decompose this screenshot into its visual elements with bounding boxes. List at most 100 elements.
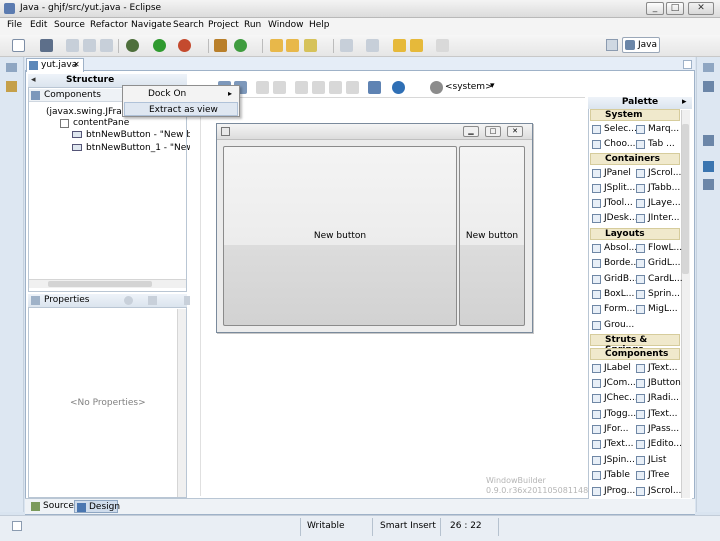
palette-item[interactable]: JTabb... (636, 182, 680, 194)
delete-icon[interactable] (346, 81, 359, 94)
menu-navigate[interactable]: Navigate (131, 20, 171, 30)
maximize-button[interactable]: □ (666, 2, 684, 15)
redo-icon[interactable] (273, 81, 286, 94)
palette-item[interactable]: JText... (636, 408, 677, 420)
palette-item[interactable]: Grou... (592, 319, 634, 331)
palette-item[interactable]: JChec... (592, 392, 638, 404)
palette-item-choose[interactable]: Choo... (592, 138, 635, 150)
palette-item[interactable]: JFor... (592, 423, 628, 435)
new-icon[interactable] (12, 39, 25, 52)
palette-collapse-icon[interactable]: ▸ (682, 97, 687, 107)
next-annotation-icon[interactable] (340, 39, 353, 52)
palette-item[interactable]: JProg... (592, 485, 635, 497)
palette-item[interactable]: Sprin... (636, 288, 680, 300)
palette-item[interactable]: JScrol... (636, 485, 681, 497)
palette-item[interactable]: JSpin... (592, 454, 635, 466)
copy-icon[interactable] (312, 81, 325, 94)
run-icon[interactable] (153, 39, 166, 52)
palette-item[interactable]: JDesk... (592, 212, 638, 224)
palette-category-struts-springs[interactable]: Struts & Springs (590, 334, 680, 355)
menu-window[interactable]: Window (268, 20, 304, 30)
palette-item[interactable]: Borde... (592, 257, 639, 269)
look-and-feel-icon[interactable] (392, 81, 405, 94)
palette-item[interactable]: JEdito... (636, 438, 682, 450)
debug-icon[interactable] (126, 39, 139, 52)
open-type-icon[interactable] (270, 39, 283, 52)
hierarchy-icon[interactable] (703, 161, 714, 172)
show-advanced-icon[interactable] (148, 296, 157, 305)
forward-icon[interactable] (436, 39, 449, 52)
palette-item[interactable]: JCom... (592, 377, 636, 389)
fast-view-icon[interactable] (12, 521, 22, 531)
palette-item[interactable]: Absol... (592, 242, 637, 254)
palette-item[interactable]: JText... (592, 438, 633, 450)
editor-tab-yut-java[interactable]: yut.java ✕ (26, 58, 84, 72)
palette-item[interactable]: GridB... (592, 273, 638, 285)
palette-item[interactable]: JTree (636, 469, 669, 481)
save-all-icon[interactable] (66, 39, 79, 52)
tree-item-btnnewbutton[interactable]: btnNewButton - "New but (86, 130, 201, 140)
tree-item-contentpane[interactable]: contentPane (73, 118, 129, 128)
menu-item-extract-as-view[interactable]: Extract as view (124, 102, 238, 116)
menu-item-dock-on[interactable]: Dock On ▸ (124, 87, 238, 101)
menu-file[interactable]: File (7, 20, 22, 30)
tab-close-icon[interactable]: ✕ (73, 60, 80, 69)
menu-source[interactable]: Source (54, 20, 85, 30)
palette-item[interactable]: JList (636, 454, 666, 466)
new-button-2[interactable]: New button (459, 146, 525, 326)
tree-item-btnnewbutton-1[interactable]: btnNewButton_1 - "New b (86, 143, 202, 153)
collapse-icon[interactable]: ◂ (31, 75, 36, 85)
system-dropdown[interactable]: <system> (445, 82, 493, 92)
menu-search[interactable]: Search (173, 20, 204, 30)
palette-category-layouts[interactable]: Layouts (590, 228, 680, 240)
restore-right-icon[interactable] (703, 63, 714, 72)
properties-vscroll[interactable] (177, 309, 186, 497)
palette-scroll-thumb[interactable] (682, 124, 689, 274)
palette-item-selection[interactable]: Selec... (592, 123, 637, 135)
palette-item[interactable]: Form... (592, 303, 635, 315)
palette-item[interactable]: JTable (592, 469, 630, 481)
save-icon[interactable] (40, 39, 53, 52)
outline-icon[interactable] (703, 81, 714, 92)
undo-icon[interactable] (256, 81, 269, 94)
palette-category-system[interactable]: System (590, 109, 680, 121)
print-all-icon[interactable] (100, 39, 113, 52)
show-events-icon[interactable] (124, 296, 133, 305)
back-icon[interactable] (410, 39, 423, 52)
last-edit-icon[interactable] (393, 39, 406, 52)
preview-icon[interactable] (368, 81, 381, 94)
prev-annotation-icon[interactable] (366, 39, 379, 52)
search-icon[interactable] (304, 39, 317, 52)
new-button-1[interactable]: New button (223, 146, 457, 326)
palette-item[interactable]: CardL... (636, 273, 683, 285)
palette-item[interactable]: JLabel (592, 362, 631, 374)
palette-item[interactable]: JTool... (592, 197, 633, 209)
palette-item[interactable]: JSplit... (592, 182, 635, 194)
palette-item[interactable]: JPass... (636, 423, 679, 435)
minimize-button[interactable]: _ (646, 2, 664, 15)
palette-item[interactable]: MigL... (636, 303, 678, 315)
palette-item[interactable]: JInter... (636, 212, 680, 224)
cut-icon[interactable] (295, 81, 308, 94)
menu-refactor[interactable]: Refactor (90, 20, 128, 30)
palette-item[interactable]: JScrol... (636, 167, 681, 179)
design-tab[interactable]: Design (74, 500, 120, 513)
palette-item[interactable]: JRadi... (636, 392, 679, 404)
package-explorer-icon[interactable] (6, 81, 17, 92)
palette-category-containers[interactable]: Containers (590, 153, 680, 165)
console-icon[interactable] (703, 179, 714, 190)
maximize-editor-icon[interactable] (683, 60, 692, 69)
print-icon[interactable] (83, 39, 96, 52)
palette-item-tab-order[interactable]: Tab ... (636, 138, 675, 150)
external-tools-icon[interactable] (178, 39, 191, 52)
menu-help[interactable]: Help (309, 20, 330, 30)
structure-hscroll-thumb[interactable] (48, 281, 152, 287)
open-perspective-icon[interactable] (606, 39, 618, 51)
new-class-icon[interactable] (234, 39, 247, 52)
palette-item[interactable]: GridL... (636, 257, 680, 269)
open-resource-icon[interactable] (286, 39, 299, 52)
menu-run[interactable]: Run (244, 20, 261, 30)
new-java-project-icon[interactable] (214, 39, 227, 52)
paste-icon[interactable] (329, 81, 342, 94)
palette-item-marquee[interactable]: Marq... (636, 123, 679, 135)
